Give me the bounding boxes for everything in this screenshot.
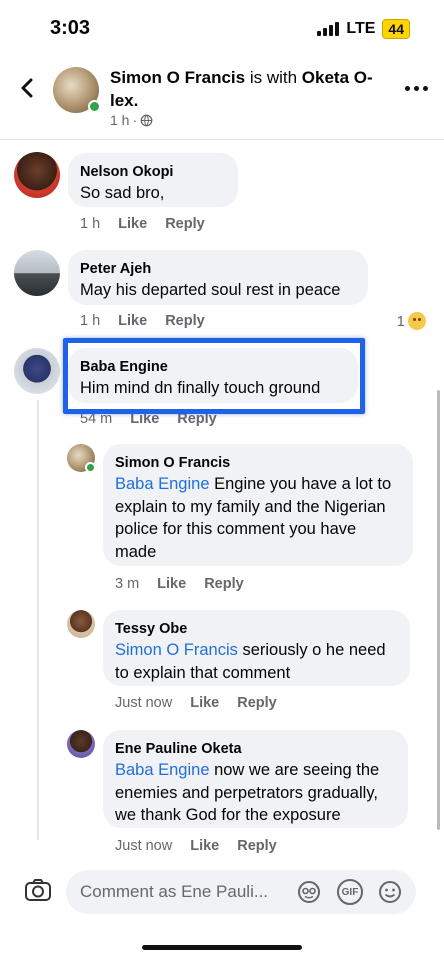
gif-icon[interactable]: GIF	[337, 879, 363, 905]
reply-text: Baba Engine now we are seeing the enemie…	[115, 759, 396, 827]
like-button[interactable]: Like	[190, 695, 219, 711]
status-bar: 3:03 LTE 44	[0, 0, 444, 58]
reply-actions: Just now Like Reply	[115, 695, 277, 711]
battery-icon: 44	[382, 19, 410, 39]
commenter-name[interactable]: Nelson Okopi	[80, 162, 226, 182]
highlight-box	[63, 338, 365, 414]
post-is-with: is with	[249, 68, 298, 87]
mention-link[interactable]: Baba Engine	[115, 761, 210, 779]
like-button[interactable]: Like	[118, 216, 147, 232]
mention-link[interactable]: Baba Engine	[115, 475, 210, 493]
comment-text: So sad bro,	[80, 184, 165, 202]
replier-name[interactable]: Tessy Obe	[115, 619, 398, 639]
comment-time: 1 h	[80, 216, 101, 232]
like-button[interactable]: Like	[118, 313, 147, 329]
globe-icon	[140, 114, 153, 126]
comment-text: May his departed soul rest in peace	[80, 281, 341, 299]
comment-bubble: Peter Ajeh May his departed soul rest in…	[68, 250, 368, 305]
reply-button[interactable]: Reply	[237, 695, 277, 711]
mention-link[interactable]: Simon O Francis	[115, 641, 238, 659]
replier-name[interactable]: Simon O Francis	[115, 453, 401, 473]
status-right: LTE 44	[317, 19, 410, 39]
online-status-icon	[88, 100, 101, 113]
status-time: 3:03	[50, 17, 91, 39]
back-arrow-icon[interactable]	[16, 76, 40, 100]
reply-button[interactable]: Reply	[204, 576, 244, 592]
thread-line	[37, 400, 39, 840]
reply-bubble: Tessy Obe Simon O Francis seriously o he…	[103, 610, 410, 686]
reply-button[interactable]: Reply	[165, 216, 205, 232]
replier-name[interactable]: Ene Pauline Oketa	[115, 739, 396, 759]
reply-actions: Just now Like Reply	[115, 838, 277, 854]
signal-icon	[317, 22, 340, 36]
replier-avatar[interactable]	[67, 730, 95, 758]
home-indicator[interactable]	[142, 945, 302, 950]
avatar-sticker-icon[interactable]	[296, 880, 322, 904]
reply-bubble: Simon O Francis Baba Engine Engine you h…	[103, 444, 413, 566]
like-button[interactable]: Like	[190, 838, 219, 854]
reply-time: Just now	[115, 838, 173, 854]
commenter-avatar[interactable]	[14, 152, 60, 198]
emoji-icon[interactable]	[377, 880, 403, 904]
reply-button[interactable]: Reply	[237, 838, 277, 854]
like-button[interactable]: Like	[157, 576, 186, 592]
reply-text: Simon O Francis seriously o he need to e…	[115, 639, 398, 684]
post-author-name[interactable]: Simon O Francis	[110, 68, 245, 87]
reply-button[interactable]: Reply	[165, 313, 205, 329]
network-label: LTE	[346, 20, 376, 37]
reaction-summary[interactable]: 1	[397, 312, 426, 330]
camera-icon[interactable]	[24, 878, 52, 902]
more-options-icon[interactable]	[405, 86, 428, 91]
post-header: Simon O Francis is with Oketa O-lex. 1 h…	[0, 58, 444, 140]
commenter-avatar[interactable]	[14, 348, 60, 394]
commenter-name[interactable]: Peter Ajeh	[80, 259, 356, 279]
replier-avatar[interactable]	[67, 610, 95, 638]
post-time: 1 h	[110, 112, 130, 128]
scrollbar[interactable]	[437, 390, 440, 830]
meta-separator: ·	[132, 112, 138, 128]
commenter-avatar[interactable]	[14, 250, 60, 296]
reply-time: 3 m	[115, 576, 140, 592]
reaction-count: 1	[396, 312, 405, 330]
reply-actions: 3 m Like Reply	[115, 576, 244, 592]
comment-input[interactable]	[66, 870, 416, 914]
reply-text: Baba Engine Engine you have a lot to exp…	[115, 473, 401, 563]
reply-time: Just now	[115, 695, 173, 711]
comment-actions: 1 h Like Reply	[80, 313, 205, 329]
online-status-icon	[85, 462, 96, 473]
comment-time: 1 h	[80, 313, 101, 329]
sad-reaction-icon	[408, 312, 426, 330]
comment-composer: GIF	[0, 866, 444, 922]
post-meta: 1 h ·	[110, 112, 153, 128]
reply-bubble: Ene Pauline Oketa Baba Engine now we are…	[103, 730, 408, 828]
comment-actions: 1 h Like Reply	[80, 216, 205, 232]
post-title: Simon O Francis is with Oketa O-lex.	[110, 66, 382, 112]
comment-bubble: Nelson Okopi So sad bro,	[68, 153, 238, 207]
